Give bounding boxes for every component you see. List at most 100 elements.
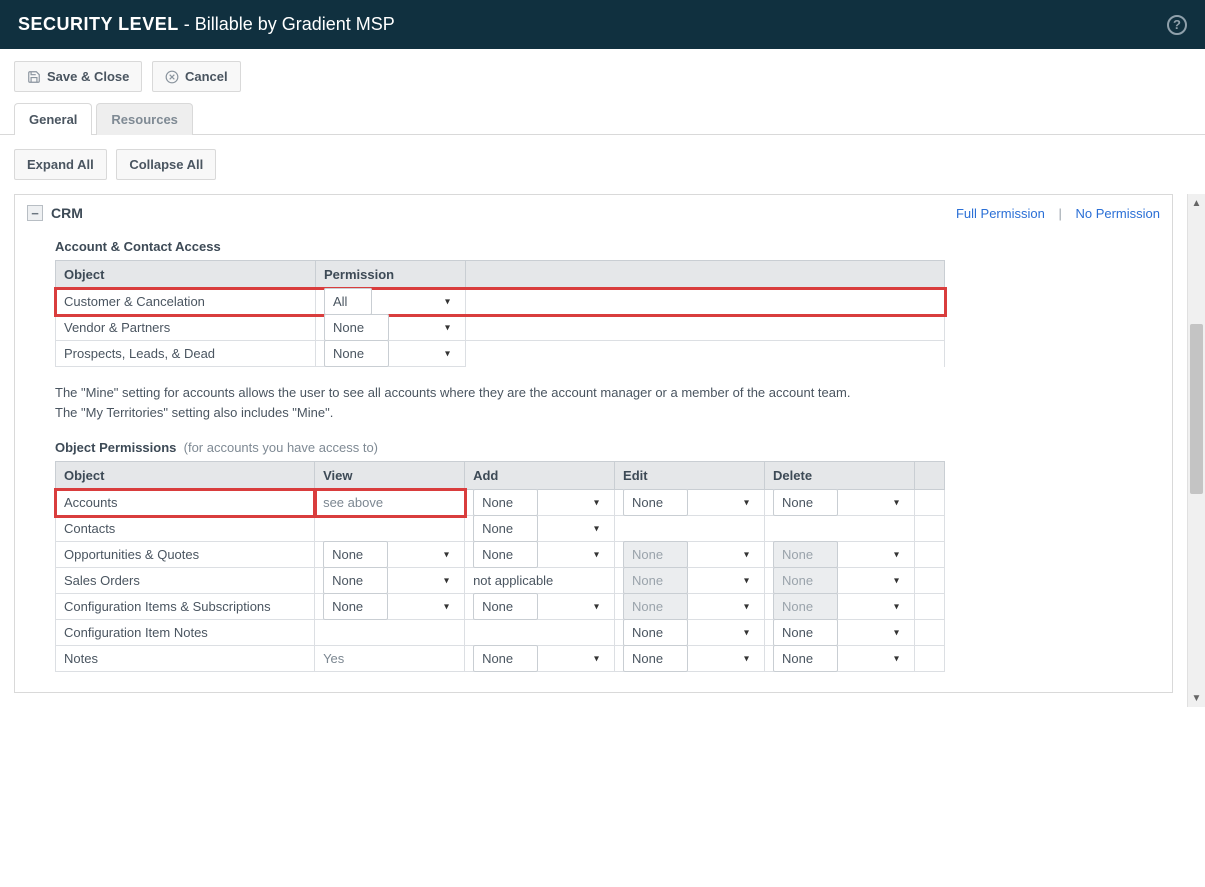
table-row: NotesYesNone▾None▾None▾	[56, 646, 945, 672]
permission-select[interactable]: None	[473, 515, 538, 542]
chevron-down-icon: ▾	[594, 549, 599, 560]
cell-object: Prospects, Leads, & Dead	[56, 341, 316, 367]
cancel-icon	[165, 70, 179, 84]
no-permission-link[interactable]: No Permission	[1075, 206, 1160, 221]
cell-view-text: Yes	[315, 646, 465, 672]
chevron-down-icon: ▾	[744, 601, 749, 612]
cell-select: None ▾	[615, 594, 765, 620]
permission-select[interactable]: None	[323, 541, 388, 568]
permission-select[interactable]: None	[324, 340, 389, 367]
table-row: Opportunities & QuotesNone▾None▾None▾Non…	[56, 542, 945, 568]
cancel-label: Cancel	[185, 69, 228, 84]
cell-select: None ▾	[315, 568, 465, 594]
collapse-toggle-icon[interactable]: −	[27, 205, 43, 221]
cell-select: None▾	[615, 542, 765, 568]
scroll-down-icon[interactable]: ▼	[1188, 689, 1205, 707]
col-object: Object	[56, 261, 316, 289]
permission-select[interactable]: None	[623, 645, 688, 672]
vertical-scrollbar[interactable]: ▲ ▼	[1187, 194, 1205, 707]
tab-resources[interactable]: Resources	[96, 103, 192, 135]
app-header: SECURITY LEVEL - Billable by Gradient MS…	[0, 0, 1205, 49]
page-title-strong: SECURITY LEVEL	[18, 14, 179, 34]
permission-select[interactable]: None	[773, 489, 838, 516]
access-note: The "Mine" setting for accounts allows t…	[55, 383, 945, 422]
permission-select: None	[773, 593, 838, 620]
chevron-down-icon: ▾	[594, 653, 599, 664]
chevron-down-icon: ▾	[894, 575, 899, 586]
permission-select[interactable]: None	[623, 619, 688, 646]
permission-select[interactable]: All	[324, 288, 372, 315]
save-icon	[27, 70, 41, 84]
chevron-down-icon: ▾	[444, 549, 449, 560]
col-edit: Edit	[615, 462, 765, 490]
full-permission-link[interactable]: Full Permission	[956, 206, 1045, 221]
permission-select: None	[623, 567, 688, 594]
expand-all-button[interactable]: Expand All	[14, 149, 107, 180]
note-line1: The "Mine" setting for accounts allows t…	[55, 383, 945, 403]
col-spacer	[915, 462, 945, 490]
permission-select[interactable]: None	[323, 593, 388, 620]
cell-object: Configuration Items & Subscriptions	[56, 594, 315, 620]
permission-select[interactable]: None	[473, 489, 538, 516]
chevron-down-icon: ▾	[445, 296, 450, 307]
cancel-button[interactable]: Cancel	[152, 61, 241, 92]
chevron-down-icon: ▾	[444, 575, 449, 586]
permission-select[interactable]: None	[773, 645, 838, 672]
col-add: Add	[465, 462, 615, 490]
cell-empty	[615, 516, 765, 542]
chevron-down-icon: ▾	[744, 575, 749, 586]
permission-select[interactable]: None	[323, 567, 388, 594]
chevron-down-icon: ▾	[744, 549, 749, 560]
account-access-table: Object Permission Customer & Cancelation…	[55, 260, 945, 367]
permission-select[interactable]: None	[623, 489, 688, 516]
account-access-heading: Account & Contact Access	[55, 239, 1160, 254]
table-header-row: Object View Add Edit Delete	[56, 462, 945, 490]
scroll-up-icon[interactable]: ▲	[1188, 194, 1205, 212]
cell-permission: All ▾	[316, 289, 466, 315]
cell-empty	[465, 620, 615, 646]
cell-spacer	[915, 568, 945, 594]
cell-spacer	[466, 289, 945, 315]
table-row: Vendor & Partners None ▾	[56, 315, 945, 341]
help-icon[interactable]: ?	[1167, 15, 1187, 35]
section-header-crm: − CRM Full Permission | No Permission	[27, 205, 1160, 221]
collapse-all-button[interactable]: Collapse All	[116, 149, 216, 180]
table-header-row: Object Permission	[56, 261, 945, 289]
cell-view-text	[315, 516, 465, 542]
permission-select[interactable]: None	[473, 593, 538, 620]
chevron-down-icon: ▾	[444, 601, 449, 612]
col-delete: Delete	[765, 462, 915, 490]
permission-select: None	[623, 593, 688, 620]
col-spacer	[466, 261, 945, 289]
cell-object: Accounts	[56, 490, 315, 516]
permission-select[interactable]: None	[324, 314, 389, 341]
cell-spacer	[915, 594, 945, 620]
permission-select[interactable]: None	[473, 645, 538, 672]
section-title-crm: CRM	[51, 205, 83, 221]
object-permissions-table: Object View Add Edit Delete Accountssee …	[55, 461, 945, 672]
page-title-rest: - Billable by Gradient MSP	[179, 14, 395, 34]
save-close-button[interactable]: Save & Close	[14, 61, 142, 92]
col-permission: Permission	[316, 261, 466, 289]
table-row: Prospects, Leads, & Dead None ▾	[56, 341, 945, 367]
cell-select: None▾	[765, 620, 915, 646]
object-permissions-heading: Object Permissions (for accounts you hav…	[55, 440, 1160, 455]
table-row: Accountssee aboveNone▾None▾None▾	[56, 490, 945, 516]
scroll-thumb[interactable]	[1190, 324, 1203, 494]
chevron-down-icon: ▾	[594, 497, 599, 508]
permission-select[interactable]: None	[773, 619, 838, 646]
cell-object: Opportunities & Quotes	[56, 542, 315, 568]
cell-select: None▾	[615, 490, 765, 516]
chevron-down-icon: ▾	[594, 523, 599, 534]
cell-spacer	[466, 341, 945, 367]
main-area: − CRM Full Permission | No Permission Ac…	[0, 194, 1205, 707]
tab-general[interactable]: General	[14, 103, 92, 135]
chevron-down-icon: ▾	[894, 653, 899, 664]
cell-select: None▾	[765, 542, 915, 568]
permission-select[interactable]: None	[473, 541, 538, 568]
cell-permission: None ▾	[316, 315, 466, 341]
cell-select: None ▾	[315, 542, 465, 568]
cell-select: None▾	[615, 646, 765, 672]
cell-select: None ▾	[465, 646, 615, 672]
cell-select: None▾	[765, 490, 915, 516]
